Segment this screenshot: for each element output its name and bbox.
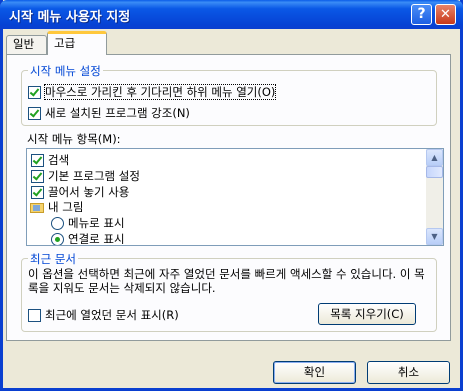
advanced-panel: 시작 메뉴 설정 마우스로 가리킨 후 기다리면 하위 메뉴 열기(O) 새로 … <box>6 54 451 341</box>
recent-documents-group: 최근 문서 이 옵션을 선택하면 최근에 자주 열었던 문서를 빠르게 액세스할… <box>21 251 437 332</box>
drag-drop-checkbox[interactable] <box>31 185 44 199</box>
list-item-label: 기본 프로그램 설정 <box>48 169 140 183</box>
start-menu-settings-group: 시작 메뉴 설정 마우스로 가리킨 후 기다리면 하위 메뉴 열기(O) 새로 … <box>21 63 437 126</box>
window-title: 시작 메뉴 사용자 지정 <box>9 10 131 25</box>
list-scrollbar[interactable]: ▲ ▼ <box>426 149 443 245</box>
list-item[interactable]: 기본 프로그램 설정 <box>31 168 140 184</box>
help-button[interactable]: ? <box>411 4 432 25</box>
show-as-link-radio[interactable] <box>51 232 64 245</box>
list-item: 내 그림 <box>30 199 83 215</box>
list-item-label: 검색 <box>48 153 70 167</box>
list-item-label: 연결로 표시 <box>68 232 125 246</box>
scroll-down-button[interactable]: ▼ <box>426 228 443 245</box>
recent-documents-title: 최근 문서 <box>28 251 78 267</box>
show-as-menu-radio[interactable] <box>51 216 64 230</box>
cancel-button[interactable]: 취소 <box>367 361 450 384</box>
close-button[interactable]: ✕ <box>435 4 456 25</box>
highlight-new-programs-label: 새로 설치된 프로그램 강조(N) <box>45 106 190 120</box>
list-item-label: 메뉴로 표시 <box>68 216 125 230</box>
highlight-new-programs-checkbox[interactable] <box>28 106 41 120</box>
show-recent-documents-label: 최근에 열었던 문서 표시(R) <box>45 308 179 322</box>
list-item[interactable]: 끌어서 놓기 사용 <box>31 184 129 200</box>
list-item-label: 끌어서 놓기 사용 <box>48 185 130 199</box>
customize-start-menu-dialog: 시작 메뉴 사용자 지정 ? ✕ 일반 고급 시작 메뉴 설정 마우스로 가리킨… <box>0 0 463 391</box>
ok-button[interactable]: 확인 <box>273 361 356 384</box>
title-bar: 시작 메뉴 사용자 지정 ? ✕ <box>0 0 463 29</box>
submenu-hover-label: 마우스로 가리킨 후 기다리면 하위 메뉴 열기(O) <box>43 84 277 100</box>
my-pictures-folder-icon <box>30 201 44 213</box>
submenu-hover-option[interactable]: 마우스로 가리킨 후 기다리면 하위 메뉴 열기(O) <box>28 84 277 100</box>
clear-list-button[interactable]: 목록 지우기(C) <box>318 303 416 325</box>
list-item[interactable]: 메뉴로 표시 <box>51 215 125 231</box>
recent-documents-description: 이 옵션을 선택하면 최근에 자주 열었던 문서를 빠르게 액세스할 수 있습니… <box>28 267 425 295</box>
highlight-new-programs-option[interactable]: 새로 설치된 프로그램 강조(N) <box>28 105 190 121</box>
list-item[interactable]: 연결로 표시 <box>51 231 125 246</box>
scroll-thumb[interactable] <box>426 166 443 178</box>
show-recent-documents-option[interactable]: 최근에 열었던 문서 표시(R) <box>28 307 179 323</box>
start-menu-items-label: 시작 메뉴 항목(M): <box>27 132 121 146</box>
start-menu-items-list[interactable]: 검색 기본 프로그램 설정 끌어서 놓기 사용 내 그림 메뉴로 표시 연결로 … <box>26 148 444 246</box>
list-item[interactable]: 검색 <box>31 152 69 168</box>
tab-general[interactable]: 일반 <box>6 35 47 54</box>
start-menu-settings-title: 시작 메뉴 설정 <box>28 63 103 79</box>
search-checkbox[interactable] <box>31 153 44 167</box>
submenu-hover-checkbox[interactable] <box>28 85 41 99</box>
scroll-up-button[interactable]: ▲ <box>426 149 443 166</box>
show-recent-documents-checkbox[interactable] <box>28 308 41 322</box>
default-programs-checkbox[interactable] <box>31 169 44 183</box>
list-item-label: 내 그림 <box>48 200 84 214</box>
tab-advanced[interactable]: 고급 <box>47 31 107 55</box>
